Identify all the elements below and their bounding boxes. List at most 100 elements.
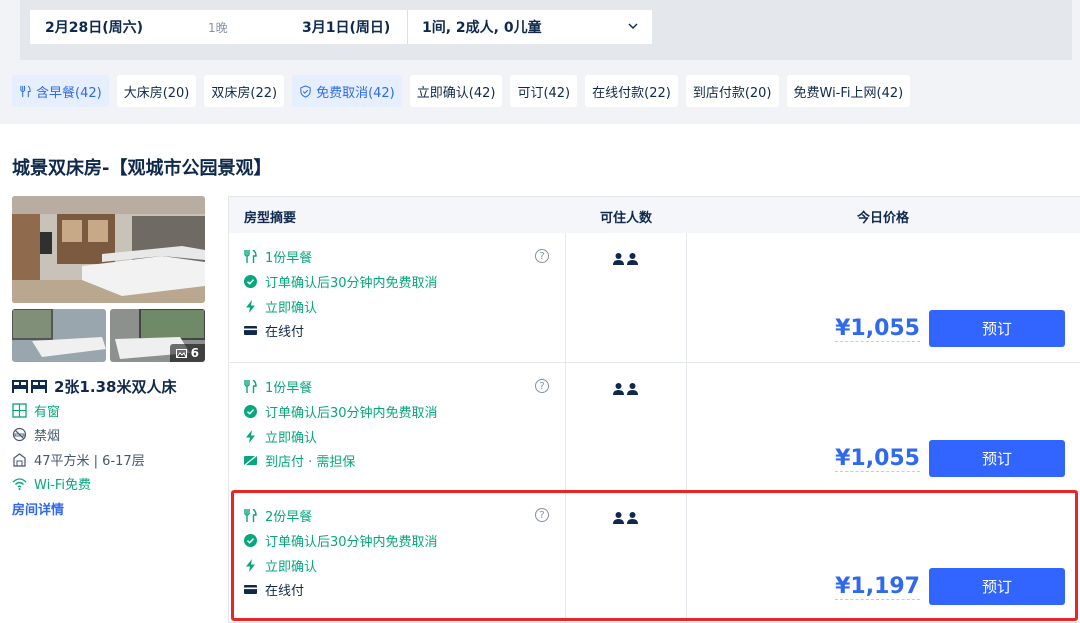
cancel-label: 订单确认后30分钟内免费取消 [265, 535, 438, 550]
payment-label: 在线付 [265, 584, 305, 599]
filter-label: 到店付款(20) [692, 85, 772, 101]
help-icon[interactable]: ? [535, 508, 549, 522]
room-detail-link[interactable]: 房间详情 [12, 499, 64, 518]
lightning-icon [246, 559, 255, 572]
person-icon [627, 383, 638, 395]
breakfast-label: 1份早餐 [265, 251, 313, 266]
filter-free-cancel[interactable]: 免费取消(42) [292, 75, 402, 107]
filter-free-wifi[interactable]: 免费Wi-Fi上网(42) [786, 75, 911, 107]
header-occupancy: 可住人数 [600, 211, 653, 226]
amenity-label: 47平方米 | 6-17层 [34, 453, 145, 469]
room-photo-main[interactable] [12, 196, 205, 303]
bed-info: 2张1.38米双人床 [12, 374, 212, 398]
divider [407, 10, 408, 44]
table-header: 房型摘要 可住人数 今日价格 [229, 197, 1080, 233]
confirm-label: 立即确认 [265, 560, 318, 575]
filter-pay-online[interactable]: 在线付款(22) [585, 75, 678, 107]
price[interactable]: ¥1,055 [835, 316, 920, 343]
nights-count: 1晚 [208, 20, 228, 35]
help-icon[interactable]: ? [535, 249, 549, 263]
filter-label: 免费Wi-Fi上网(42) [793, 85, 904, 101]
person-icon [613, 383, 624, 395]
check-circle-icon [244, 275, 257, 288]
book-button[interactable]: 预订 [929, 568, 1065, 605]
filter-label: 含早餐(42) [36, 85, 102, 101]
confirm-label: 立即确认 [265, 301, 318, 316]
amenity-label: 有窗 [34, 404, 61, 420]
room-photo-image [12, 309, 106, 362]
window-icon [12, 403, 27, 418]
room-photo-image [12, 196, 205, 303]
confirm-feature: 立即确认 [244, 556, 317, 575]
image-icon [175, 348, 187, 358]
chevron-down-icon[interactable] [626, 19, 640, 33]
checkin-date[interactable]: 2月28日(周六) [45, 17, 143, 37]
utensils-icon [20, 85, 31, 97]
header-price: 今日价格 [857, 211, 910, 226]
book-button[interactable]: 预订 [929, 440, 1065, 477]
filter-twin-bed[interactable]: 双床房(22) [204, 75, 285, 107]
filter-available[interactable]: 可订(42) [510, 75, 578, 107]
no-smoking-icon [12, 428, 27, 442]
payment-feature: 在线付 [244, 580, 304, 599]
rate-table: 房型摘要 可住人数 今日价格 1份早餐 ? 订单确认后30分钟内免费取消 立即确… [228, 196, 1080, 623]
breakfast-label: 1份早餐 [265, 381, 313, 396]
room-photo-thumb-1[interactable] [12, 309, 106, 362]
person-icon [613, 512, 624, 524]
payment-label: 到店付 · 需担保 [265, 455, 356, 470]
filter-label: 大床房(20) [123, 85, 190, 101]
filter-instant-confirm[interactable]: 立即确认(42) [409, 75, 503, 107]
confirm-feature: 立即确认 [244, 297, 317, 316]
confirm-feature: 立即确认 [244, 427, 317, 446]
filter-breakfast[interactable]: 含早餐(42) [12, 75, 109, 107]
cancel-feature: 订单确认后30分钟内免费取消 [244, 531, 438, 550]
person-icon [627, 512, 638, 524]
area-icon [13, 453, 26, 467]
filter-bar: 含早餐(42) 大床房(20) 双床房(22) 免费取消(42) 立即确认(42… [12, 75, 911, 107]
amenity-window: 有窗 [12, 398, 212, 423]
room-photo-thumb-2[interactable]: 6 [110, 309, 205, 362]
amenity-area: 47平方米 | 6-17层 [12, 447, 212, 472]
book-button[interactable]: 预订 [929, 310, 1065, 347]
occupancy-two-adults [613, 383, 638, 395]
card-icon [244, 585, 257, 594]
occupancy-two-adults [613, 253, 638, 265]
checkout-date[interactable]: 3月1日(周日) [302, 17, 390, 37]
amenity-wifi: Wi-Fi免费 [12, 472, 212, 497]
photo-count-badge[interactable]: 6 [169, 344, 205, 362]
rate-row-2: 1份早餐 ? 订单确认后30分钟内免费取消 立即确认 到店付 · 需担保 ¥1,… [229, 362, 1080, 491]
utensils-icon [244, 380, 257, 393]
guest-selector[interactable]: 1间, 2成人, 0儿童 [422, 17, 542, 37]
wifi-icon [12, 478, 27, 491]
filter-label: 双床房(22) [211, 85, 278, 101]
breakfast-feature: 2份早餐 [244, 506, 312, 525]
amenity-label: 禁烟 [34, 429, 61, 445]
filter-pay-at-hotel[interactable]: 到店付款(20) [685, 75, 779, 107]
room-title: 城景双床房-【观城市公园景观】 [12, 158, 272, 179]
room-info: 2张1.38米双人床 有窗 禁烟 47平方米 | 6-17层 Wi-Fi免费 房… [12, 374, 212, 518]
lightning-icon [246, 300, 255, 313]
person-icon [613, 253, 624, 265]
cancel-label: 订单确认后30分钟内免费取消 [265, 276, 438, 291]
card-icon [244, 326, 257, 335]
search-section: 2月28日(周六) 1晚 3月1日(周日) 1间, 2成人, 0儿童 含早餐(4… [0, 0, 1080, 124]
payment-label: 在线付 [265, 325, 305, 340]
payment-feature: 在线付 [244, 321, 304, 340]
amenity-label: Wi-Fi免费 [34, 478, 92, 494]
filter-label: 立即确认(42) [416, 85, 496, 101]
header-summary: 房型摘要 [244, 211, 297, 226]
bed-label: 2张1.38米双人床 [54, 377, 177, 396]
price[interactable]: ¥1,055 [835, 446, 920, 473]
utensils-icon [244, 509, 257, 522]
filter-label: 免费取消(42) [316, 85, 395, 101]
filter-king-bed[interactable]: 大床房(20) [116, 75, 197, 107]
price[interactable]: ¥1,197 [835, 574, 920, 601]
help-icon[interactable]: ? [535, 379, 549, 393]
date-guest-selector[interactable]: 2月28日(周六) 1晚 3月1日(周日) 1间, 2成人, 0儿童 [30, 10, 652, 44]
payment-feature: 到店付 · 需担保 [244, 451, 355, 470]
check-circle-icon [244, 534, 257, 547]
photo-count: 6 [190, 346, 199, 360]
occupancy-two-adults [613, 512, 638, 524]
confirm-label: 立即确认 [265, 431, 318, 446]
breakfast-feature: 1份早餐 [244, 377, 312, 396]
